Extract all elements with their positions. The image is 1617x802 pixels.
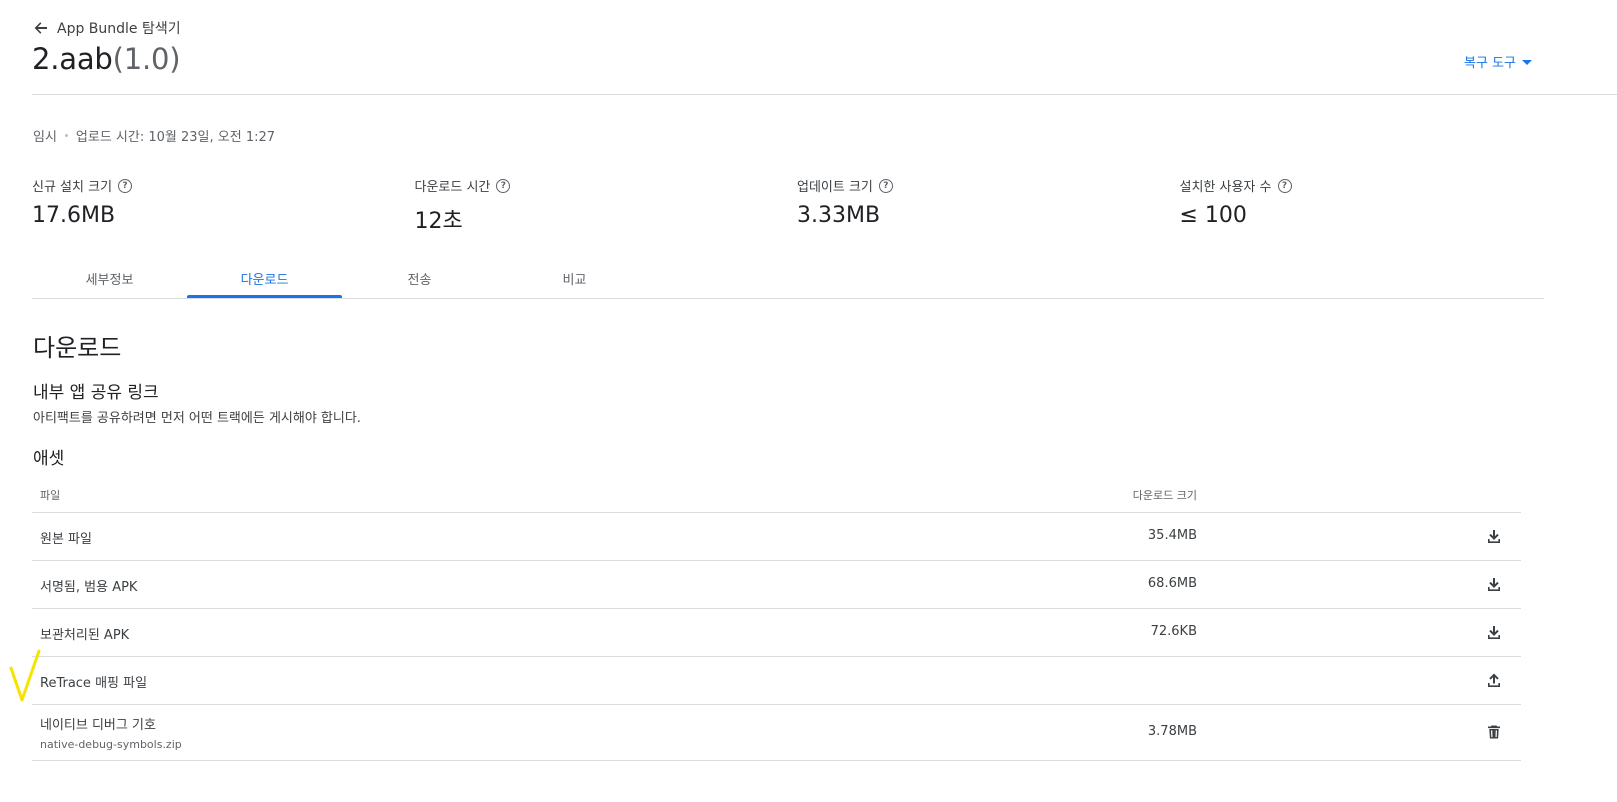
- file-name: 서명됨, 범용 APK: [40, 580, 138, 595]
- release-meta: 임시 업로드 시간: 10월 23일, 오전 1:27: [33, 126, 275, 145]
- table-row: ReTrace 매핑 파일: [32, 657, 1521, 705]
- back-link[interactable]: App Bundle 탐색기: [33, 18, 181, 38]
- table-row: 원본 파일 35.4MB: [32, 513, 1521, 561]
- delete-icon[interactable]: [1485, 723, 1503, 741]
- stat-label: 신규 설치 크기: [32, 180, 113, 195]
- tab-bar: 세부정보 다운로드 전송 비교: [32, 258, 652, 298]
- title-name: 2.aab: [32, 42, 113, 76]
- download-icon[interactable]: [1485, 575, 1503, 593]
- share-description: 아티팩트를 공유하려면 먼저 어떤 트랙에든 게시해야 합니다.: [33, 411, 361, 426]
- file-name: 보관처리된 APK: [40, 628, 130, 643]
- header-divider: [32, 94, 1617, 95]
- stat-label: 다운로드 시간: [414, 180, 491, 195]
- status-text: 임시: [33, 130, 57, 145]
- stat-value: ≤ 100: [1179, 203, 1247, 228]
- caret-down-icon: [1522, 59, 1532, 65]
- section-heading: 다운로드: [33, 334, 122, 362]
- title-version: (1.0): [112, 42, 181, 76]
- file-name: 원본 파일: [40, 532, 92, 547]
- page-title: 2.aab(1.0): [32, 42, 181, 76]
- stat-installed-users: 설치한 사용자 수? ≤ 100: [1180, 176, 1563, 235]
- share-heading: 내부 앱 공유 링크: [33, 383, 159, 403]
- file-size: 3.78MB: [1147, 724, 1197, 739]
- download-icon[interactable]: [1485, 623, 1503, 641]
- checkmark-annotation-icon: [9, 649, 41, 702]
- assets-table: 파일 다운로드 크기 원본 파일 35.4MB 서명됨, 범용 APK 68.6…: [32, 476, 1521, 761]
- stat-label: 설치한 사용자 수: [1179, 180, 1272, 195]
- stat-value: 17.6MB: [32, 203, 116, 228]
- tab-compare[interactable]: 비교: [497, 258, 652, 298]
- tab-delivery[interactable]: 전송: [342, 258, 497, 298]
- upload-icon[interactable]: [1485, 671, 1503, 689]
- arrow-back-icon: [34, 22, 47, 34]
- file-size: 68.6MB: [1147, 576, 1197, 591]
- recovery-label: 복구 도구: [1464, 56, 1516, 71]
- tab-downloads[interactable]: 다운로드: [187, 258, 342, 298]
- file-name: 네이티브 디버그 기호: [40, 718, 156, 733]
- table-row: 보관처리된 APK 72.6KB: [32, 609, 1521, 657]
- stat-label: 업데이트 크기: [797, 180, 873, 195]
- back-label: App Bundle 탐색기: [57, 21, 181, 37]
- file-size: 35.4MB: [1147, 528, 1197, 543]
- table-row: 네이티브 디버그 기호 native-debug-symbols.zip 3.7…: [32, 705, 1521, 761]
- tabs-divider: [32, 298, 1544, 299]
- file-subname: native-debug-symbols.zip: [40, 738, 182, 751]
- help-icon[interactable]: ?: [878, 178, 893, 193]
- stat-value: 3.33MB: [797, 203, 881, 228]
- column-file: 파일: [40, 489, 61, 502]
- stat-value: 12초: [414, 209, 463, 234]
- assets-heading: 애셋: [33, 449, 65, 469]
- help-icon[interactable]: ?: [1277, 178, 1292, 193]
- column-size: 다운로드 크기: [1132, 489, 1197, 502]
- help-icon[interactable]: ?: [118, 178, 133, 193]
- help-icon[interactable]: ?: [496, 178, 511, 193]
- stats-row: 신규 설치 크기? 17.6MB 다운로드 시간? 12초 업데이트 크기? 3…: [32, 176, 1562, 235]
- file-size: 72.6KB: [1150, 624, 1197, 639]
- separator-dot: [64, 134, 68, 137]
- tab-details[interactable]: 세부정보: [32, 258, 187, 298]
- file-name: ReTrace 매핑 파일: [40, 676, 148, 691]
- table-header: 파일 다운로드 크기: [32, 476, 1521, 513]
- download-icon[interactable]: [1485, 527, 1503, 545]
- upload-time: 업로드 시간: 10월 23일, 오전 1:27: [75, 130, 276, 145]
- recovery-tools-button[interactable]: 복구 도구: [1464, 52, 1532, 71]
- stat-new-install-size: 신규 설치 크기? 17.6MB: [32, 176, 415, 235]
- table-row: 서명됨, 범용 APK 68.6MB: [32, 561, 1521, 609]
- stat-update-size: 업데이트 크기? 3.33MB: [797, 176, 1180, 235]
- stat-download-time: 다운로드 시간? 12초: [415, 176, 798, 235]
